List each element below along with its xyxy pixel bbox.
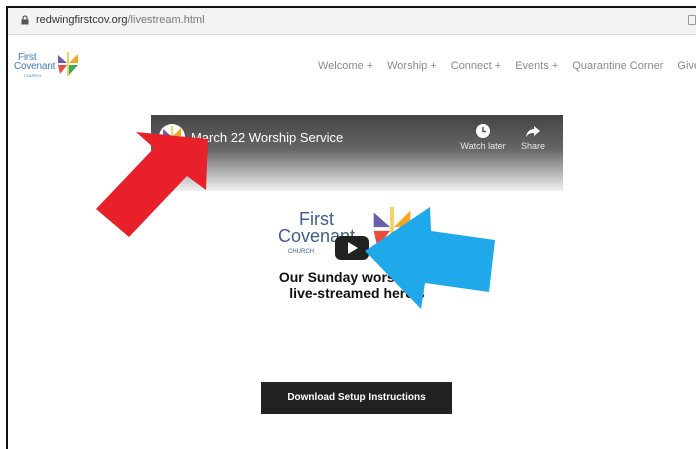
blue-arrow <box>365 207 495 309</box>
red-arrow <box>96 132 208 237</box>
browser-window: redwingfirstcov.org/livestream.html Firs… <box>6 6 696 449</box>
download-setup-button[interactable]: Download Setup Instructions <box>261 382 452 414</box>
